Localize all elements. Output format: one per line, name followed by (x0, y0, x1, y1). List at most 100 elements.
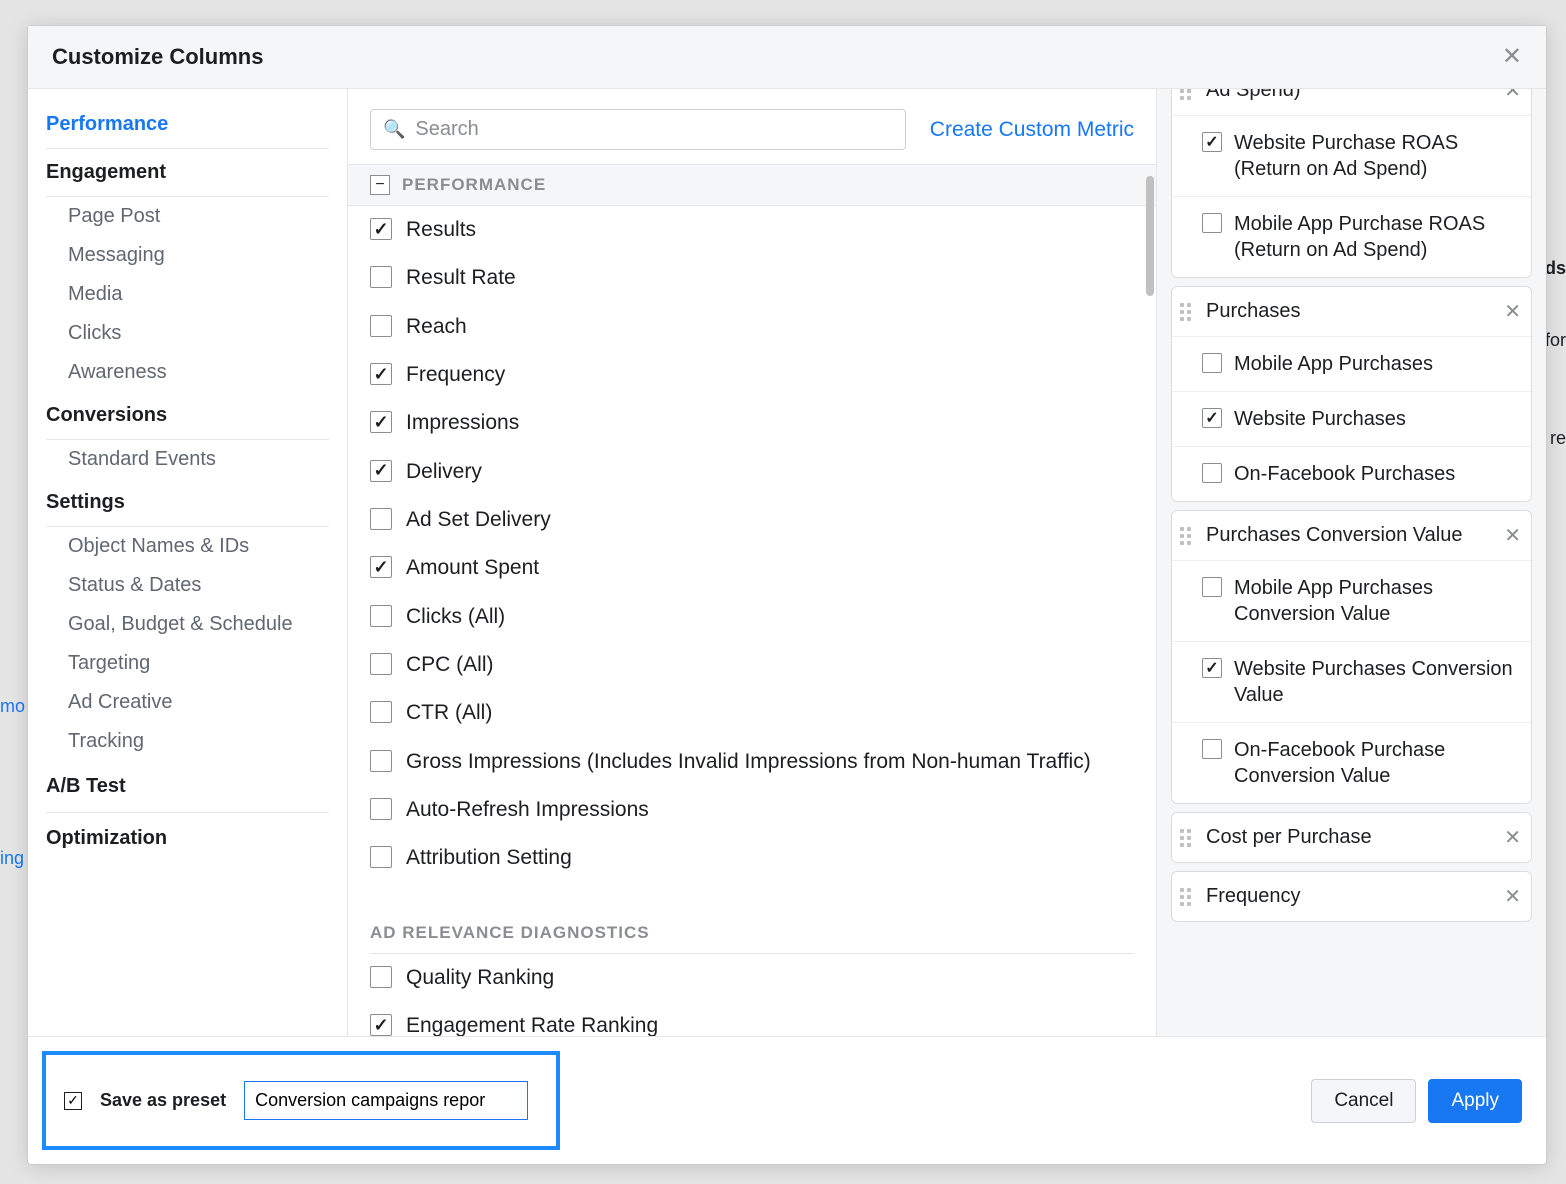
selected-group-header[interactable]: Frequency ✕ (1172, 872, 1531, 921)
create-custom-metric-link[interactable]: Create Custom Metric (930, 118, 1134, 142)
metric-row[interactable]: CPC (All) (348, 641, 1156, 689)
checkbox-icon[interactable] (1202, 739, 1222, 759)
preset-name-input[interactable] (244, 1081, 528, 1120)
metrics-group-ad-relevance[interactable]: AD RELEVANCE DIAGNOSTICS (370, 913, 1134, 954)
sidebar-section-settings[interactable]: Settings (46, 479, 329, 527)
selected-child[interactable]: Website Purchase ROAS (Return on Ad Spen… (1172, 116, 1531, 197)
sidebar-section-engagement[interactable]: Engagement (46, 149, 329, 197)
metric-row[interactable]: Amount Spent (348, 544, 1156, 592)
metric-row[interactable]: Gross Impressions (Includes Invalid Impr… (348, 738, 1156, 786)
drag-handle-icon[interactable] (1180, 829, 1196, 847)
metric-row[interactable]: Delivery (348, 448, 1156, 496)
group-label: AD RELEVANCE DIAGNOSTICS (370, 923, 650, 943)
metric-row[interactable]: Reach (348, 303, 1156, 351)
selected-child[interactable]: On-Facebook Purchases (1172, 447, 1531, 501)
selected-group: Purchases ✕ Mobile App Purchases Website… (1171, 286, 1532, 502)
selected-child[interactable]: Mobile App Purchase ROAS (Return on Ad S… (1172, 197, 1531, 277)
drag-handle-icon[interactable] (1180, 89, 1196, 100)
remove-icon[interactable]: ✕ (1504, 299, 1521, 324)
metric-label: Gross Impressions (Includes Invalid Impr… (406, 748, 1091, 776)
selected-child[interactable]: Mobile App Purchases (1172, 337, 1531, 392)
drag-handle-icon[interactable] (1180, 888, 1196, 906)
selected-group-header[interactable]: Cost per Purchase ✕ (1172, 813, 1531, 862)
metric-label: Ad Set Delivery (406, 506, 551, 534)
checkbox-icon[interactable] (370, 966, 392, 988)
checkbox-icon[interactable] (370, 556, 392, 578)
metric-row[interactable]: Attribution Setting (348, 834, 1156, 882)
sidebar-item-goal-budget-schedule[interactable]: Goal, Budget & Schedule (46, 605, 329, 644)
checkbox-icon[interactable] (1202, 463, 1222, 483)
checkbox-icon[interactable] (370, 605, 392, 627)
remove-icon[interactable]: ✕ (1504, 523, 1521, 548)
drag-handle-icon[interactable] (1180, 527, 1196, 545)
metric-row[interactable]: CTR (All) (348, 689, 1156, 737)
metric-row[interactable]: Impressions (348, 399, 1156, 447)
remove-icon[interactable]: ✕ (1504, 825, 1521, 850)
drag-handle-icon[interactable] (1180, 303, 1196, 321)
search-input[interactable] (415, 118, 892, 141)
selected-group-header[interactable]: Purchases Conversion Value ✕ (1172, 511, 1531, 561)
checkbox-icon[interactable] (370, 411, 392, 433)
sidebar-section-performance[interactable]: Performance (46, 101, 329, 149)
metric-row[interactable]: Ad Set Delivery (348, 496, 1156, 544)
sidebar-section-ab-test[interactable]: A/B Test (46, 761, 329, 813)
selected-child[interactable]: On-Facebook Purchase Conversion Value (1172, 723, 1531, 803)
sidebar-item-ad-creative[interactable]: Ad Creative (46, 683, 329, 722)
checkbox-icon[interactable] (370, 508, 392, 530)
selected-child[interactable]: Website Purchases (1172, 392, 1531, 447)
selected-child[interactable]: Mobile App Purchases Conversion Value (1172, 561, 1531, 642)
sidebar-item-status-dates[interactable]: Status & Dates (46, 566, 329, 605)
collapse-icon[interactable]: − (370, 175, 390, 195)
sidebar-item-object-names-ids[interactable]: Object Names & IDs (46, 527, 329, 566)
selected-child[interactable]: Website Purchases Conversion Value (1172, 642, 1531, 723)
metrics-scroll[interactable]: − PERFORMANCE Results Result Rate Reach … (348, 164, 1156, 1036)
checkbox-icon[interactable] (370, 315, 392, 337)
sidebar-item-tracking[interactable]: Tracking (46, 722, 329, 761)
selected-title: Frequency (1206, 884, 1494, 909)
scrollbar-thumb[interactable] (1146, 176, 1154, 296)
sidebar-section-optimization[interactable]: Optimization (46, 813, 329, 864)
checkbox-icon[interactable] (1202, 577, 1222, 597)
checkbox-icon[interactable] (1202, 408, 1222, 428)
metric-row[interactable]: Auto-Refresh Impressions (348, 786, 1156, 834)
checkbox-icon[interactable] (370, 798, 392, 820)
checkbox-icon[interactable] (370, 363, 392, 385)
remove-icon[interactable]: ✕ (1504, 89, 1521, 103)
selected-group-header[interactable]: Ad Spend) ✕ (1172, 89, 1531, 116)
sidebar-item-awareness[interactable]: Awareness (46, 353, 329, 392)
remove-icon[interactable]: ✕ (1504, 884, 1521, 909)
close-icon[interactable]: ✕ (1502, 45, 1522, 69)
sidebar-item-page-post[interactable]: Page Post (46, 197, 329, 236)
selected-group-header[interactable]: Purchases ✕ (1172, 287, 1531, 337)
metrics-group-performance[interactable]: − PERFORMANCE (348, 164, 1156, 206)
cancel-button[interactable]: Cancel (1311, 1079, 1416, 1123)
checkbox-icon[interactable] (370, 750, 392, 772)
sidebar-item-messaging[interactable]: Messaging (46, 236, 329, 275)
sidebar-item-media[interactable]: Media (46, 275, 329, 314)
metric-row[interactable]: Result Rate (348, 254, 1156, 302)
sidebar-item-clicks[interactable]: Clicks (46, 314, 329, 353)
apply-button[interactable]: Apply (1428, 1079, 1522, 1123)
checkbox-icon[interactable] (1202, 658, 1222, 678)
checkbox-icon[interactable] (370, 218, 392, 240)
selected-title: Ad Spend) (1206, 89, 1494, 103)
checkbox-icon[interactable] (1202, 132, 1222, 152)
checkbox-icon[interactable] (370, 701, 392, 723)
sidebar-section-conversions[interactable]: Conversions (46, 392, 329, 440)
save-preset-checkbox[interactable] (64, 1092, 82, 1110)
metric-row[interactable]: Quality Ranking (348, 954, 1156, 1002)
checkbox-icon[interactable] (370, 266, 392, 288)
checkbox-icon[interactable] (1202, 353, 1222, 373)
checkbox-icon[interactable] (370, 846, 392, 868)
metric-row[interactable]: Results (348, 206, 1156, 254)
metric-row[interactable]: Frequency (348, 351, 1156, 399)
checkbox-icon[interactable] (370, 460, 392, 482)
checkbox-icon[interactable] (370, 653, 392, 675)
metric-row[interactable]: Clicks (All) (348, 593, 1156, 641)
checkbox-icon[interactable] (1202, 213, 1222, 233)
sidebar-item-targeting[interactable]: Targeting (46, 644, 329, 683)
checkbox-icon[interactable] (370, 1014, 392, 1036)
metric-row[interactable]: Engagement Rate Ranking (348, 1002, 1156, 1036)
sidebar-item-standard-events[interactable]: Standard Events (46, 440, 329, 479)
search-input-wrapper[interactable]: 🔍 (370, 109, 906, 150)
